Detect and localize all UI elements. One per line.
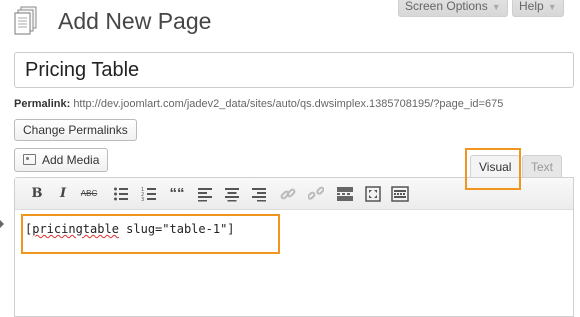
align-right-button[interactable] bbox=[249, 184, 269, 204]
editor-toolbar: B I ABC 123 ““ bbox=[15, 178, 573, 210]
svg-text:3: 3 bbox=[141, 197, 144, 202]
media-icon bbox=[23, 154, 36, 165]
permalink-url[interactable]: http://dev.joomlart.com/jadev2_data/site… bbox=[73, 98, 503, 110]
numbered-list-icon: 123 bbox=[141, 187, 156, 202]
chevron-down-icon: ▼ bbox=[547, 2, 557, 12]
screen-options-label: Screen Options bbox=[405, 0, 488, 13]
add-media-button[interactable]: Add Media bbox=[14, 148, 109, 172]
editor: B I ABC 123 ““ [pricingtable slug="table… bbox=[14, 177, 574, 317]
align-left-icon bbox=[198, 188, 212, 202]
italic-button[interactable]: I bbox=[53, 184, 73, 204]
add-media-label: Add Media bbox=[42, 153, 100, 167]
align-left-button[interactable] bbox=[195, 184, 215, 204]
read-more-button[interactable] bbox=[335, 184, 355, 204]
blockquote-button[interactable]: ““ bbox=[167, 184, 187, 204]
tab-visual[interactable]: Visual bbox=[470, 155, 521, 179]
bullet-list-button[interactable] bbox=[111, 184, 131, 204]
shortcode-rest: slug="table-1"] bbox=[118, 222, 235, 236]
help-tab[interactable]: Help ▼ bbox=[512, 0, 564, 17]
unlink-icon bbox=[308, 186, 324, 200]
link-icon bbox=[280, 188, 296, 200]
permalink-row: Permalink: http://dev.joomlart.com/jadev… bbox=[14, 98, 503, 110]
pages-icon bbox=[14, 6, 38, 36]
screen-options-tab[interactable]: Screen Options ▼ bbox=[398, 0, 508, 17]
help-label: Help bbox=[519, 0, 544, 13]
align-center-button[interactable] bbox=[222, 184, 242, 204]
bold-button[interactable]: B bbox=[27, 184, 47, 204]
unlink-button[interactable] bbox=[306, 184, 326, 204]
numbered-list-button[interactable]: 123 bbox=[139, 184, 159, 204]
change-permalinks-button[interactable]: Change Permalinks bbox=[14, 119, 137, 141]
read-more-icon bbox=[337, 187, 353, 201]
post-title-input[interactable]: Pricing Table bbox=[14, 52, 574, 88]
strikethrough-button[interactable]: ABC bbox=[79, 184, 99, 204]
align-center-icon bbox=[225, 188, 239, 202]
toolbar-toggle-button[interactable] bbox=[390, 184, 410, 204]
shortcode-name: pricingtable bbox=[32, 222, 119, 236]
kitchen-sink-icon bbox=[391, 186, 409, 202]
editor-content[interactable]: [pricingtable slug="table-1"] bbox=[25, 222, 235, 236]
tab-text[interactable]: Text bbox=[522, 155, 563, 179]
page-title: Add New Page bbox=[58, 8, 212, 34]
permalink-label: Permalink: bbox=[14, 98, 71, 110]
chevron-down-icon: ▼ bbox=[491, 2, 501, 12]
pointer-arrow-icon bbox=[0, 220, 4, 228]
bullet-list-icon bbox=[114, 187, 128, 201]
align-right-icon bbox=[252, 188, 266, 202]
insert-link-button[interactable] bbox=[278, 184, 298, 204]
fullscreen-icon bbox=[365, 186, 381, 202]
fullscreen-button[interactable] bbox=[363, 184, 383, 204]
